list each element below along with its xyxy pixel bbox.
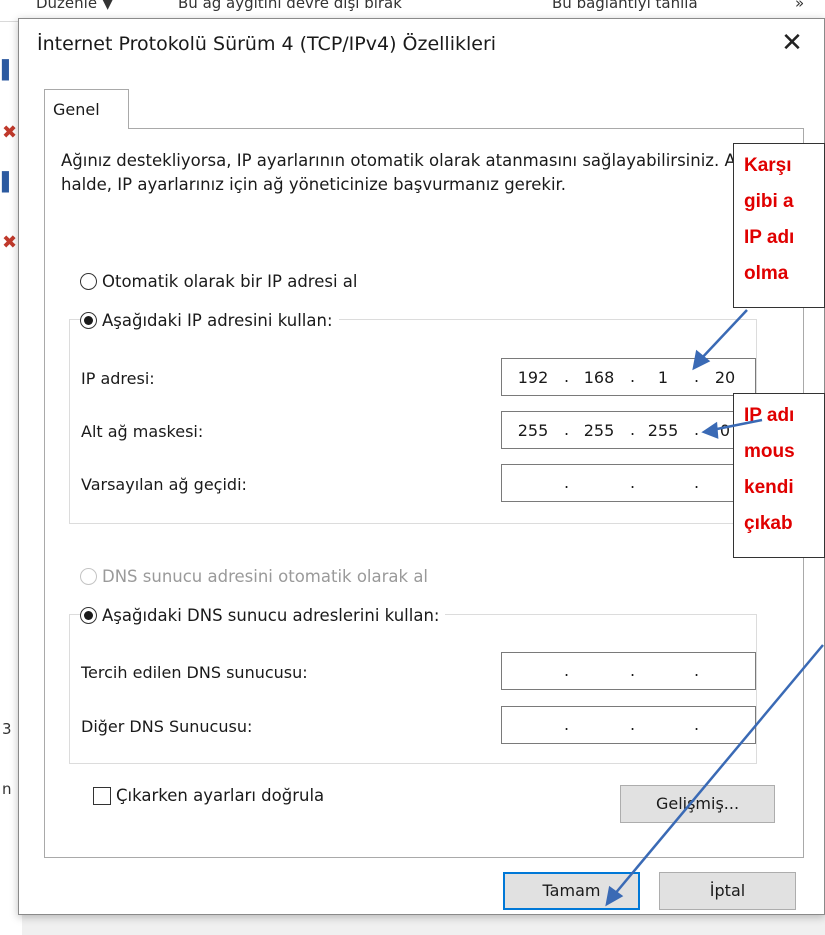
preferred-dns-input[interactable]: . . . bbox=[501, 652, 756, 690]
background-toolbar-item[interactable]: Düzenle ▼ bbox=[36, 0, 113, 12]
alternate-dns-label: Diğer DNS Sunucusu: bbox=[81, 717, 253, 736]
ip-manual-label: Aşağıdaki IP adresini kullan: bbox=[102, 311, 333, 330]
octet-separator: . bbox=[630, 367, 636, 386]
ip-address-label: IP adresi: bbox=[81, 369, 155, 388]
network-adapter-icon: ▌ bbox=[2, 60, 16, 81]
background-toolbar-item[interactable]: » bbox=[795, 0, 804, 12]
ip-octet: 255 bbox=[583, 421, 615, 440]
octet-separator: . bbox=[564, 715, 570, 734]
annotation-callout: IP adı mous kendi çıkab bbox=[733, 393, 825, 558]
ip-manual-option[interactable]: Aşağıdaki IP adresini kullan: bbox=[80, 311, 339, 330]
ip-octet: 255 bbox=[517, 421, 549, 440]
octet-separator: . bbox=[564, 367, 570, 386]
octet-separator: . bbox=[694, 420, 700, 439]
octet-separator: . bbox=[564, 661, 570, 680]
ip-manual-radio[interactable] bbox=[80, 312, 97, 329]
background-toolbar-item[interactable]: Bu ağ aygıtını devre dışı bırak bbox=[178, 0, 402, 12]
octet-separator: . bbox=[630, 715, 636, 734]
ip-address-input[interactable]: 192 . 168 . 1 . 20 bbox=[501, 358, 756, 396]
octet-separator: . bbox=[694, 715, 700, 734]
annotation-line: kendi bbox=[744, 477, 794, 498]
error-x-icon: ✖ bbox=[2, 232, 18, 253]
cancel-button[interactable]: İptal bbox=[659, 872, 796, 910]
ip-auto-option[interactable]: Otomatik olarak bir IP adresi al bbox=[80, 272, 358, 291]
subnet-mask-input[interactable]: 255 . 255 . 255 . 0 bbox=[501, 411, 756, 449]
ip-auto-label: Otomatik olarak bir IP adresi al bbox=[102, 272, 358, 291]
background-toolbar-item[interactable]: Bu bağlantıyı tanıla bbox=[552, 0, 698, 12]
default-gateway-label: Varsayılan ağ geçidi: bbox=[81, 475, 247, 494]
octet-separator: . bbox=[630, 661, 636, 680]
close-icon[interactable]: ✕ bbox=[774, 25, 810, 61]
annotation-line: olma bbox=[744, 263, 789, 284]
ip-octet: 255 bbox=[647, 421, 679, 440]
ok-button[interactable]: Tamam bbox=[503, 872, 640, 910]
subnet-mask-label: Alt ağ maskesi: bbox=[81, 422, 204, 441]
dns-auto-label: DNS sunucu adresini otomatik olarak al bbox=[102, 567, 429, 586]
annotation-line: gibi a bbox=[744, 191, 794, 212]
ip-octet: 192 bbox=[517, 368, 549, 387]
alternate-dns-input[interactable]: . . . bbox=[501, 706, 756, 744]
annotation-line: IP adı bbox=[744, 227, 795, 248]
dns-manual-option[interactable]: Aşağıdaki DNS sunucu adreslerini kullan: bbox=[80, 606, 446, 625]
annotation-line: Karşı bbox=[744, 155, 792, 176]
background-text-fragment: 3 bbox=[2, 720, 12, 738]
validate-settings-option[interactable]: Çıkarken ayarları doğrula bbox=[93, 786, 324, 805]
octet-separator: . bbox=[694, 367, 700, 386]
description-text: Ağınız destekliyorsa, IP ayarlarının oto… bbox=[61, 151, 759, 194]
dns-manual-label: Aşağıdaki DNS sunucu adreslerini kullan: bbox=[102, 606, 440, 625]
octet-separator: . bbox=[694, 473, 700, 492]
ip-auto-radio[interactable] bbox=[80, 273, 97, 290]
octet-separator: . bbox=[564, 420, 570, 439]
annotation-callout: Karşı gibi a IP adı olma bbox=[733, 143, 825, 308]
dns-auto-radio[interactable] bbox=[80, 568, 97, 585]
default-gateway-input[interactable]: . . . bbox=[501, 464, 756, 502]
annotation-line: çıkab bbox=[744, 513, 793, 534]
dns-auto-option[interactable]: DNS sunucu adresini otomatik olarak al bbox=[80, 567, 428, 586]
ipv4-properties-dialog: İnternet Protokolü Sürüm 4 (TCP/IPv4) Öz… bbox=[18, 18, 825, 915]
error-x-icon: ✖ bbox=[2, 122, 18, 143]
preferred-dns-label: Tercih edilen DNS sunucusu: bbox=[81, 663, 308, 682]
general-tab-panel: Ağınız destekliyorsa, IP ayarlarının oto… bbox=[44, 128, 804, 858]
octet-separator: . bbox=[694, 661, 700, 680]
annotation-line: mous bbox=[744, 441, 795, 462]
tab-general[interactable]: Genel bbox=[44, 89, 129, 129]
octet-separator: . bbox=[564, 473, 570, 492]
background-text-fragment: n bbox=[2, 780, 12, 798]
ip-octet: 168 bbox=[583, 368, 615, 387]
validate-settings-label: Çıkarken ayarları doğrula bbox=[116, 786, 325, 805]
ip-octet: 1 bbox=[657, 368, 669, 387]
octet-separator: . bbox=[630, 420, 636, 439]
network-adapter-icon: ▌ bbox=[2, 172, 16, 193]
validate-settings-checkbox[interactable] bbox=[93, 786, 111, 805]
dialog-title: İnternet Protokolü Sürüm 4 (TCP/IPv4) Öz… bbox=[37, 33, 497, 55]
ip-octet: 20 bbox=[714, 368, 736, 387]
dns-manual-radio[interactable] bbox=[80, 607, 97, 624]
octet-separator: . bbox=[630, 473, 636, 492]
advanced-button[interactable]: Gelişmiş... bbox=[620, 785, 775, 823]
annotation-line: IP adı bbox=[744, 405, 795, 426]
dialog-titlebar: İnternet Protokolü Sürüm 4 (TCP/IPv4) Öz… bbox=[19, 19, 824, 71]
